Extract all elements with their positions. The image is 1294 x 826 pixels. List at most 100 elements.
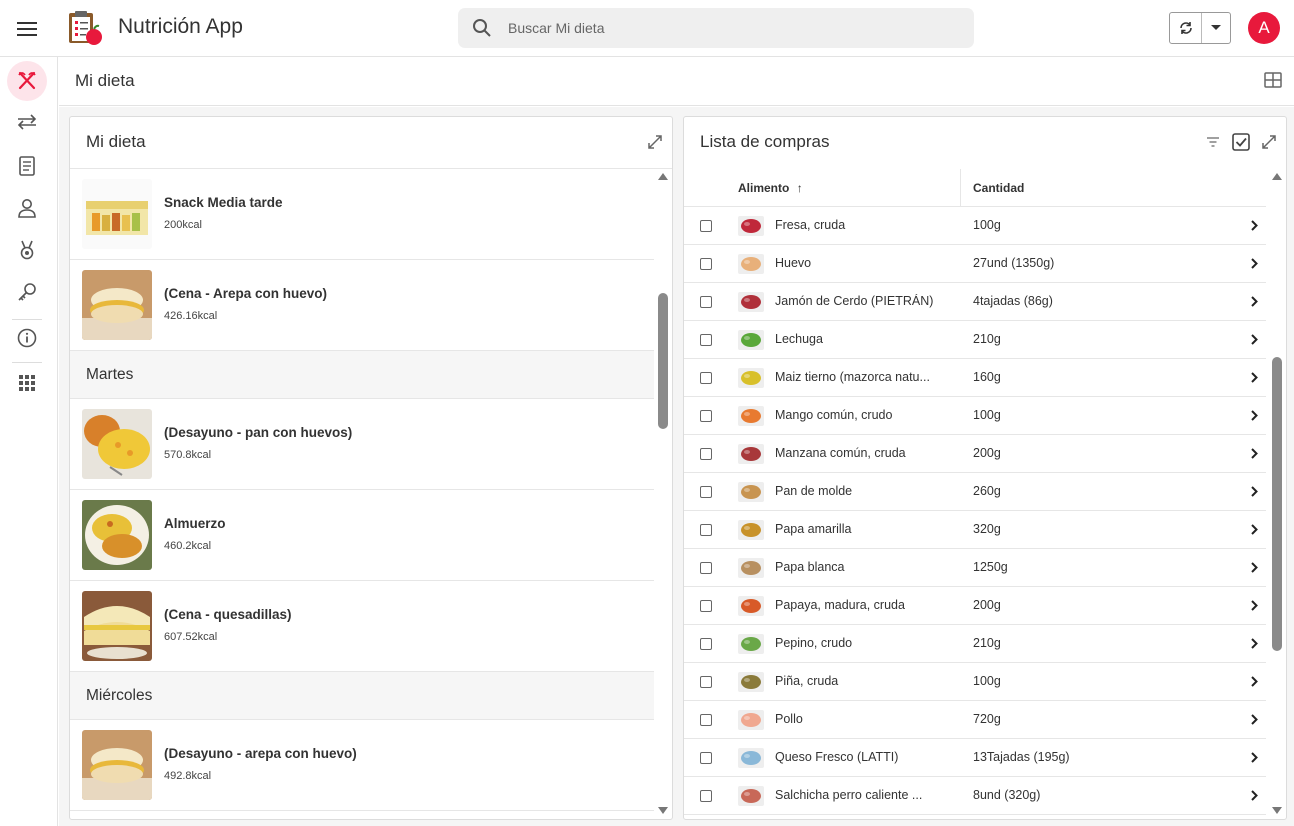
chevron-right-icon[interactable] <box>1250 790 1258 801</box>
meal-item[interactable]: Almuerzo 460.2kcal <box>70 490 654 581</box>
table-row[interactable]: Fresa, cruda 100g <box>684 207 1266 245</box>
meal-item[interactable]: (Desayuno - pan con huevos) 570.8kcal <box>70 399 654 490</box>
table-row[interactable]: Pepino, crudo 210g <box>684 625 1266 663</box>
food-name: Queso Fresco (LATTI) <box>775 750 899 764</box>
shopping-scrollbar[interactable] <box>1270 171 1284 819</box>
nav-item-info[interactable] <box>7 318 47 358</box>
diet-scrollbar[interactable] <box>656 171 670 819</box>
food-name: Pollo <box>775 712 803 726</box>
nav-item-keys[interactable] <box>7 272 47 312</box>
chevron-right-icon[interactable] <box>1250 714 1258 725</box>
sync-button[interactable] <box>1170 13 1202 43</box>
row-checkbox[interactable] <box>700 220 712 232</box>
food-name: Jamón de Cerdo (PIETRÁN) <box>775 294 934 308</box>
chevron-right-icon[interactable] <box>1250 448 1258 459</box>
table-row[interactable]: Maiz tierno (mazorca natu... 160g <box>684 359 1266 397</box>
row-checkbox[interactable] <box>700 752 712 764</box>
diet-card-header: Mi dieta <box>70 117 672 169</box>
chevron-right-icon[interactable] <box>1250 372 1258 383</box>
table-header: Alimento ↑ Cantidad <box>684 169 1266 207</box>
chevron-right-icon[interactable] <box>1250 258 1258 269</box>
nav-item-diet[interactable] <box>7 61 47 101</box>
chevron-right-icon[interactable] <box>1250 410 1258 421</box>
table-row[interactable]: Queso Fresco (LATTI) 13Tajadas (195g) <box>684 739 1266 777</box>
table-row[interactable]: Jamón de Cerdo (PIETRÁN) 4tajadas (86g) <box>684 283 1266 321</box>
scroll-down-arrow[interactable] <box>1272 807 1282 814</box>
table-row[interactable]: Piña, cruda 100g <box>684 663 1266 701</box>
row-checkbox[interactable] <box>700 714 712 726</box>
meal-item[interactable]: (Cena - quesadillas) 607.52kcal <box>70 581 654 672</box>
chevron-right-icon[interactable] <box>1250 296 1258 307</box>
column-header-qty[interactable]: Cantidad <box>973 181 1024 195</box>
chevron-right-icon[interactable] <box>1250 562 1258 573</box>
scroll-thumb[interactable] <box>1272 357 1282 651</box>
avatar[interactable]: A <box>1248 12 1280 44</box>
row-checkbox[interactable] <box>700 486 712 498</box>
row-checkbox[interactable] <box>700 676 712 688</box>
table-row[interactable]: Manzana común, cruda 200g <box>684 435 1266 473</box>
layout-grid-button[interactable] <box>1264 72 1282 88</box>
meal-kcal: 426.16kcal <box>164 310 218 322</box>
select-all-checkbox-icon[interactable] <box>1232 133 1250 151</box>
nav-item-achievements[interactable] <box>7 230 47 270</box>
row-checkbox[interactable] <box>700 296 712 308</box>
shopping-card-header: Lista de compras <box>684 117 1286 169</box>
table-row[interactable]: Salchicha perro caliente ... 8und (320g) <box>684 777 1266 815</box>
food-image <box>738 710 764 730</box>
expand-icon[interactable] <box>1262 135 1276 149</box>
chevron-right-icon[interactable] <box>1250 220 1258 231</box>
sync-dropdown-button[interactable] <box>1202 13 1230 43</box>
chevron-right-icon[interactable] <box>1250 676 1258 687</box>
food-quantity: 13Tajadas (195g) <box>973 750 1070 764</box>
row-checkbox[interactable] <box>700 372 712 384</box>
day-header: Martes <box>70 351 654 399</box>
nav-item-profile[interactable] <box>7 188 47 228</box>
scroll-down-arrow[interactable] <box>658 807 668 814</box>
chevron-right-icon[interactable] <box>1250 752 1258 763</box>
table-row[interactable]: Papa amarilla 320g <box>684 511 1266 549</box>
filter-icon[interactable] <box>1206 136 1220 148</box>
chevron-right-icon[interactable] <box>1250 486 1258 497</box>
table-row[interactable]: Lechuga 210g <box>684 321 1266 359</box>
nav-item-book[interactable] <box>7 146 47 186</box>
search-input[interactable] <box>508 8 958 48</box>
day-label: Miércoles <box>86 687 153 704</box>
food-quantity: 200g <box>973 446 1001 460</box>
chevron-right-icon[interactable] <box>1250 334 1258 345</box>
row-checkbox[interactable] <box>700 562 712 574</box>
table-row[interactable]: Papaya, madura, cruda 200g <box>684 587 1266 625</box>
row-checkbox[interactable] <box>700 410 712 422</box>
table-row[interactable]: Huevo 27und (1350g) <box>684 245 1266 283</box>
row-checkbox[interactable] <box>700 638 712 650</box>
meal-item[interactable]: Snack Media tarde 200kcal <box>70 169 654 260</box>
scroll-up-arrow[interactable] <box>658 173 668 180</box>
search-icon <box>472 18 492 38</box>
row-checkbox[interactable] <box>700 790 712 802</box>
meal-item[interactable]: (Cena - Arepa con huevo) 426.16kcal <box>70 260 654 351</box>
row-checkbox[interactable] <box>700 600 712 612</box>
expand-icon[interactable] <box>648 135 662 149</box>
search-bar[interactable] <box>458 8 974 48</box>
chevron-right-icon[interactable] <box>1250 524 1258 535</box>
nav-item-swap[interactable] <box>7 102 47 142</box>
food-quantity: 100g <box>973 218 1001 232</box>
chevron-right-icon[interactable] <box>1250 600 1258 611</box>
table-row[interactable]: Pollo 720g <box>684 701 1266 739</box>
chevron-right-icon[interactable] <box>1250 638 1258 649</box>
shopping-table-body: Fresa, cruda 100g Huevo 27und (1350g) Jamón … <box>684 207 1266 819</box>
column-divider[interactable] <box>960 169 961 207</box>
meal-item[interactable]: (Desayuno - arepa con huevo) 492.8kcal <box>70 720 654 811</box>
row-checkbox[interactable] <box>700 448 712 460</box>
scroll-thumb[interactable] <box>658 293 668 429</box>
menu-icon[interactable] <box>14 16 40 42</box>
shopping-card-title: Lista de compras <box>700 132 830 151</box>
table-row[interactable]: Mango común, crudo 100g <box>684 397 1266 435</box>
column-header-food[interactable]: Alimento ↑ <box>738 181 803 195</box>
scroll-up-arrow[interactable] <box>1272 173 1282 180</box>
table-row[interactable]: Papa blanca 1250g <box>684 549 1266 587</box>
table-row[interactable]: Pan de molde 260g <box>684 473 1266 511</box>
row-checkbox[interactable] <box>700 258 712 270</box>
row-checkbox[interactable] <box>700 524 712 536</box>
row-checkbox[interactable] <box>700 334 712 346</box>
nav-item-apps[interactable] <box>7 363 47 403</box>
